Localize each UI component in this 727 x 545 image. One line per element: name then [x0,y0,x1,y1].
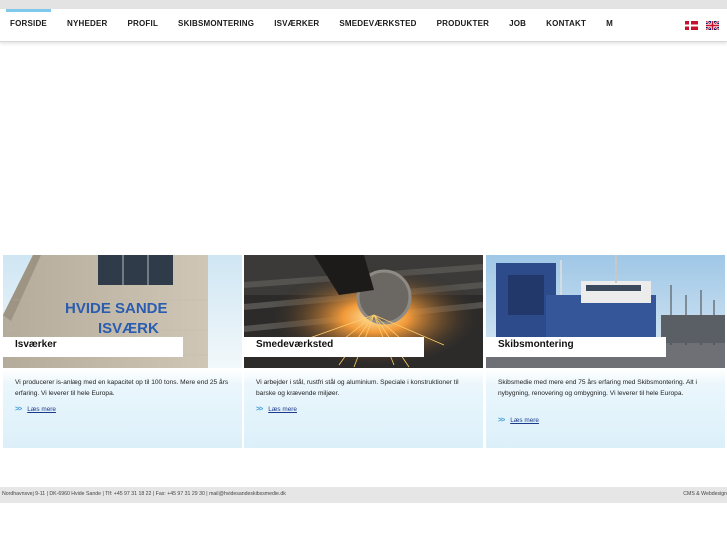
footer: Nordhavnsvej 9-11 | DK-6960 Hvide Sande … [0,487,727,503]
read-more-link[interactable]: >> Læs mere [15,406,56,413]
card-title: Smedeværksted [256,339,334,350]
read-more-label: Læs mere [268,406,297,413]
card-text: Vi arbejder i stål, rustfri stål og alum… [256,379,459,397]
card-text: Skibsmedie med mere end 75 års erfaring … [498,379,698,397]
nav-item-forside[interactable]: FORSIDE [0,9,57,42]
sign-line-2: ISVÆRK [98,320,159,337]
card-title: Skibsmontering [498,339,574,350]
double-chevron-right-icon: >> [256,406,263,413]
card-text: Vi producerer is-anlæg med en kapacitet … [15,379,229,397]
nav-items: FORSIDE NYHEDER PROFIL SKIBSMONTERING IS… [0,9,623,42]
feature-cards: HVIDE SANDE ISVÆRK Isværker Vi producere… [3,255,725,448]
read-more-link[interactable]: >> Læs mere [498,417,539,424]
main-navigation: FORSIDE NYHEDER PROFIL SKIBSMONTERING IS… [0,9,727,42]
card-smedevaerksted: Smedeværksted Vi arbejder i stål, rustfr… [244,255,483,448]
nav-item-produkter[interactable]: PRODUKTER [427,9,499,42]
top-strip [0,0,727,9]
danish-flag-icon[interactable] [685,21,698,30]
nav-item-nyheder[interactable]: NYHEDER [57,9,118,42]
card-skibsmontering: Skibsmontering Skibsmedie med mere end 7… [486,255,725,448]
read-more-label: Læs mere [27,406,56,413]
nav-item-smedevaerksted[interactable]: SMEDEVÆRKSTED [329,9,426,42]
page: FORSIDE NYHEDER PROFIL SKIBSMONTERING IS… [0,0,727,545]
read-more-label: Læs mere [510,417,539,424]
english-flag-icon[interactable] [706,21,719,30]
nav-item-job[interactable]: JOB [499,9,536,42]
double-chevron-right-icon: >> [15,406,22,413]
nav-item-kontakt[interactable]: KONTAKT [536,9,596,42]
card-title: Isværker [15,339,57,350]
double-chevron-right-icon: >> [498,417,505,424]
sign-line-1: HVIDE SANDE [65,300,168,317]
card-isvaerker: HVIDE SANDE ISVÆRK Isværker Vi producere… [3,255,242,448]
footer-credit-link[interactable]: CMS & Webdesign [683,491,727,497]
footer-contact-info: Nordhavnsvej 9-11 | DK-6960 Hvide Sande … [2,491,286,497]
read-more-link[interactable]: >> Læs mere [256,406,297,413]
nav-item-profil[interactable]: PROFIL [118,9,169,42]
nav-item-isvaerker[interactable]: ISVÆRKER [264,9,329,42]
nav-item-m[interactable]: M [596,9,623,42]
language-switcher [685,21,719,30]
nav-item-skibsmontering[interactable]: SKIBSMONTERING [168,9,264,42]
